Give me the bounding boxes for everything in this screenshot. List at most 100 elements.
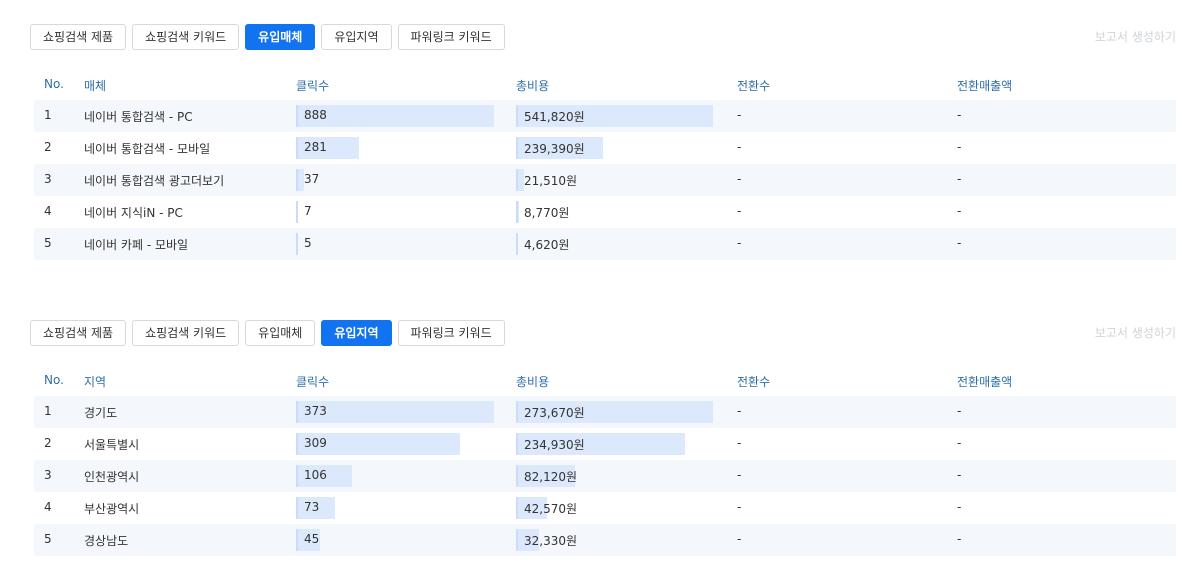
cell-revenue: - <box>957 532 962 546</box>
cost-bar <box>516 201 519 223</box>
tab-inflow-region[interactable]: 유입지역 <box>321 320 392 346</box>
table-row: 5 네이버 카페 - 모바일 5 4,620원 - - <box>34 228 1176 260</box>
cell-name: 네이버 지식iN - PC <box>84 206 183 220</box>
cell-cost: 273,670원 <box>524 406 585 420</box>
report-tabs: 쇼핑검색 제품 쇼핑검색 키워드 유입매체 유입지역 파워링크 키워드 <box>30 24 505 50</box>
cell-no: 2 <box>44 140 52 154</box>
cell-cost: 541,820원 <box>524 110 585 124</box>
table-body: 1 경기도 373 273,670원 - - 2 서울특별시 309 234,930원 - - 3 인천광… <box>34 396 1176 556</box>
cell-name: 네이버 통합검색 광고더보기 <box>84 174 225 188</box>
tab-inflow-region[interactable]: 유입지역 <box>321 24 392 50</box>
cell-revenue: - <box>957 236 962 250</box>
header-conversions[interactable]: 전환수 <box>737 373 770 390</box>
table-body: 1 네이버 통합검색 - PC 888 541,820원 - - 2 네이버 통합검색 - 모… <box>34 100 1176 260</box>
table-row: 3 인천광역시 106 82,120원 - - <box>34 460 1176 492</box>
table-row: 1 네이버 통합검색 - PC 888 541,820원 - - <box>34 100 1176 132</box>
cell-cost: 239,390원 <box>524 142 585 156</box>
cell-revenue: - <box>957 468 962 482</box>
media-table: No. 매체 클릭수 총비용 전환수 전환매출액 1 네이버 통합검색 - PC 8… <box>34 72 1176 260</box>
header-region[interactable]: 지역 <box>84 373 106 390</box>
create-report-link[interactable]: 보고서 생성하기 <box>1095 324 1176 341</box>
cost-bar <box>516 233 518 255</box>
tab-shopping-product[interactable]: 쇼핑검색 제품 <box>30 24 127 50</box>
header-media[interactable]: 매체 <box>84 77 106 94</box>
tab-powerlink-keyword[interactable]: 파워링크 키워드 <box>397 24 505 50</box>
header-revenue[interactable]: 전환매출액 <box>957 373 1012 390</box>
header-cost[interactable]: 총비용 <box>516 77 549 94</box>
table-header: No. 지역 클릭수 총비용 전환수 전환매출액 <box>34 368 1176 396</box>
cell-conversions: - <box>737 532 742 546</box>
tab-shopping-product[interactable]: 쇼핑검색 제품 <box>30 320 127 346</box>
header-no[interactable]: No. <box>44 373 64 387</box>
cell-clicks: 73 <box>304 500 320 514</box>
cell-name: 인천광역시 <box>84 470 140 484</box>
header-clicks[interactable]: 클릭수 <box>296 373 329 390</box>
header-no[interactable]: No. <box>44 77 64 91</box>
cell-cost: 21,510원 <box>524 174 578 188</box>
cell-cost: 234,930원 <box>524 438 585 452</box>
cell-conversions: - <box>737 500 742 514</box>
cell-no: 4 <box>44 500 52 514</box>
cell-revenue: - <box>957 500 962 514</box>
cell-conversions: - <box>737 204 742 218</box>
cell-clicks: 45 <box>304 532 320 546</box>
cell-clicks: 5 <box>304 236 312 250</box>
tab-inflow-media[interactable]: 유입매체 <box>245 320 316 346</box>
cell-conversions: - <box>737 236 742 250</box>
cell-no: 1 <box>44 108 52 122</box>
tab-powerlink-keyword[interactable]: 파워링크 키워드 <box>397 320 505 346</box>
cell-no: 5 <box>44 236 52 250</box>
table-row: 3 네이버 통합검색 광고더보기 37 21,510원 - - <box>34 164 1176 196</box>
cell-name: 부산광역시 <box>84 502 140 516</box>
header-conversions[interactable]: 전환수 <box>737 77 770 94</box>
clicks-bar <box>296 201 298 223</box>
cell-name: 서울특별시 <box>84 438 140 452</box>
create-report-link[interactable]: 보고서 생성하기 <box>1095 28 1176 45</box>
cell-revenue: - <box>957 404 962 418</box>
cell-name: 네이버 통합검색 - PC <box>84 110 193 124</box>
cell-conversions: - <box>737 140 742 154</box>
cell-revenue: - <box>957 204 962 218</box>
cell-cost: 8,770원 <box>524 206 570 220</box>
cell-clicks: 373 <box>304 404 327 418</box>
cell-revenue: - <box>957 436 962 450</box>
cell-conversions: - <box>737 468 742 482</box>
header-revenue[interactable]: 전환매출액 <box>957 77 1012 94</box>
tab-shopping-keyword[interactable]: 쇼핑검색 키워드 <box>132 24 240 50</box>
table-row: 5 경상남도 45 32,330원 - - <box>34 524 1176 556</box>
cell-revenue: - <box>957 140 962 154</box>
region-table: No. 지역 클릭수 총비용 전환수 전환매출액 1 경기도 373 273,670원… <box>34 368 1176 556</box>
cell-no: 3 <box>44 468 52 482</box>
cell-name: 경기도 <box>84 406 118 420</box>
cell-no: 4 <box>44 204 52 218</box>
cell-clicks: 37 <box>304 172 320 186</box>
cell-no: 5 <box>44 532 52 546</box>
tab-shopping-keyword[interactable]: 쇼핑검색 키워드 <box>132 320 240 346</box>
table-row: 2 네이버 통합검색 - 모바일 281 239,390원 - - <box>34 132 1176 164</box>
cell-conversions: - <box>737 172 742 186</box>
cell-conversions: - <box>737 108 742 122</box>
cell-clicks: 888 <box>304 108 327 122</box>
cell-conversions: - <box>737 404 742 418</box>
table-row: 4 부산광역시 73 42,570원 - - <box>34 492 1176 524</box>
cell-cost: 32,330원 <box>524 534 578 548</box>
cell-no: 2 <box>44 436 52 450</box>
header-cost[interactable]: 총비용 <box>516 373 549 390</box>
cell-revenue: - <box>957 108 962 122</box>
cell-name: 네이버 카페 - 모바일 <box>84 238 189 252</box>
cell-name: 경상남도 <box>84 534 129 548</box>
cell-clicks: 106 <box>304 468 327 482</box>
table-header: No. 매체 클릭수 총비용 전환수 전환매출액 <box>34 72 1176 100</box>
cell-clicks: 281 <box>304 140 327 154</box>
cell-clicks: 309 <box>304 436 327 450</box>
cell-conversions: - <box>737 436 742 450</box>
tab-inflow-media[interactable]: 유입매체 <box>245 24 316 50</box>
clicks-bar <box>296 169 304 191</box>
clicks-bar <box>296 233 298 255</box>
cell-no: 3 <box>44 172 52 186</box>
table-row: 1 경기도 373 273,670원 - - <box>34 396 1176 428</box>
table-row: 2 서울특별시 309 234,930원 - - <box>34 428 1176 460</box>
report-tabs: 쇼핑검색 제품 쇼핑검색 키워드 유입매체 유입지역 파워링크 키워드 <box>30 320 505 346</box>
cell-revenue: - <box>957 172 962 186</box>
header-clicks[interactable]: 클릭수 <box>296 77 329 94</box>
